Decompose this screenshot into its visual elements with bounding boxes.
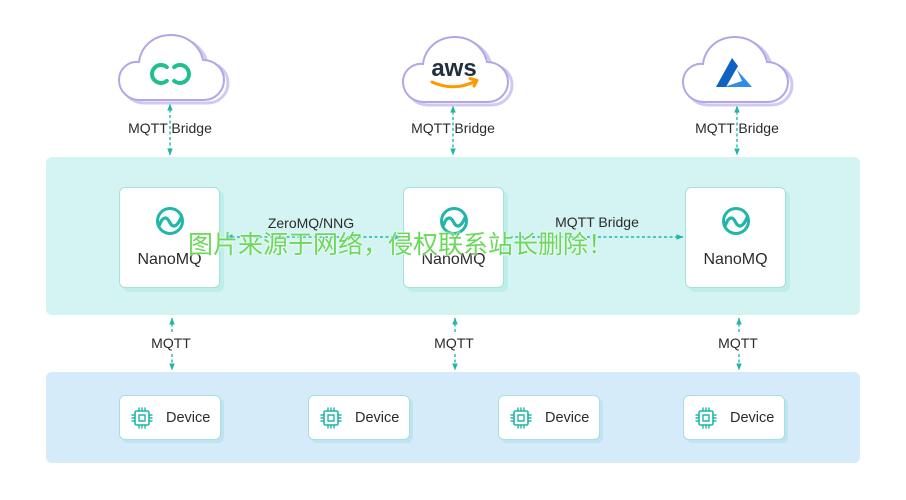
device-link-label-2: MQTT: [434, 335, 474, 351]
device-node-4: Device: [683, 395, 785, 440]
watermark-text: 图片来源于网络，侵权联系站长删除！: [188, 230, 614, 259]
device-label: Device: [355, 409, 400, 426]
chip-icon: [131, 406, 153, 429]
broker-label: NanoMQ: [703, 251, 768, 268]
nanomq-logo-icon: [155, 207, 184, 235]
chip-icon: [320, 406, 342, 429]
device-label: Device: [730, 409, 775, 426]
architecture-diagram: aws MQTT Bridge MQTT Bridge MQTT Bridge …: [0, 0, 906, 500]
chip-icon: [510, 406, 532, 429]
device-link-label-1: MQTT: [151, 335, 191, 351]
chip-icon: [695, 406, 717, 429]
device-label: Device: [166, 409, 211, 426]
cloud-bridge-label-azure: MQTT Bridge: [695, 120, 779, 136]
device-link-label-3: MQTT: [718, 335, 758, 351]
cloud-bridge-label-emqx: MQTT Bridge: [128, 120, 212, 136]
azure-cloud: [680, 34, 794, 108]
device-node-3: Device: [498, 395, 600, 440]
cloud-bridge-label-aws: MQTT Bridge: [411, 120, 495, 136]
mqtt-bridge-link-label: MQTT Bridge: [555, 214, 639, 230]
cloud-outline: [117, 33, 226, 101]
device-label: Device: [545, 409, 590, 426]
emqx-cloud: [116, 32, 230, 106]
aws-logo-icon: aws: [430, 55, 479, 89]
nanomq-logo-icon: [721, 207, 750, 235]
device-node-1: Device: [119, 395, 221, 440]
aws-cloud: aws: [400, 34, 514, 108]
nanomq-broker-3: NanoMQ: [685, 187, 786, 288]
device-node-2: Device: [308, 395, 410, 440]
